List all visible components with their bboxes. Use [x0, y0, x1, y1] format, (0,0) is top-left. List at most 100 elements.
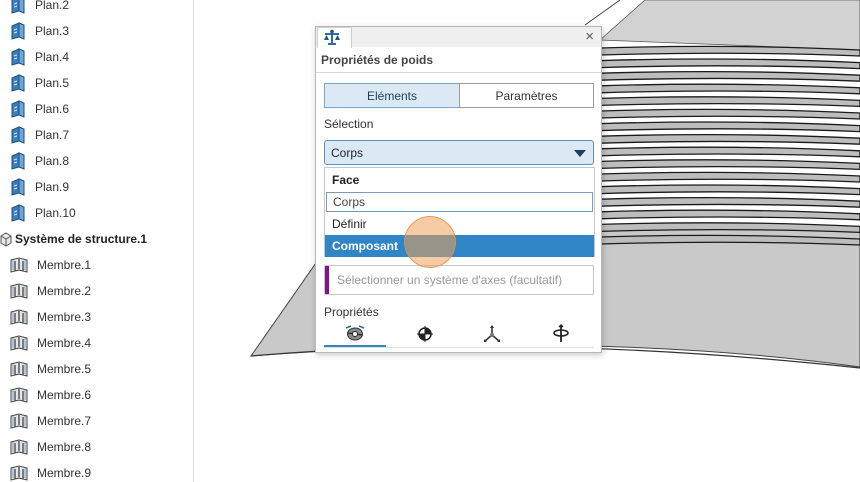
tree-item-label: Membre.8 [37, 440, 92, 454]
tree-item-label: Plan.6 [35, 102, 70, 116]
member-slab [599, 133, 860, 145]
tab-axes[interactable] [461, 321, 523, 347]
tree-item-label: Membre.1 [37, 258, 92, 272]
tree-item-plan[interactable]: Plan.6 [10, 98, 69, 120]
tree-item-label: Plan.3 [35, 24, 70, 38]
tree-item-member[interactable]: Membre.6 [10, 384, 91, 406]
weight-properties-dialog: × Propriétés de poids Eléments Paramètre… [315, 26, 602, 353]
tree-item-label: Plan.9 [35, 180, 70, 194]
tree-item-plan[interactable]: Plan.8 [10, 150, 69, 172]
tree-item-label: Plan.10 [35, 206, 76, 220]
tree-item-member[interactable]: Membre.8 [10, 436, 91, 458]
balance-scale-icon [324, 29, 340, 45]
tree-item-plan[interactable]: Plan.9 [10, 176, 69, 198]
member-slab [599, 70, 860, 82]
dialog-header: × [316, 27, 601, 48]
tree-item-label: Membre.9 [37, 466, 92, 480]
member-slab [599, 184, 860, 196]
tab-elements[interactable]: Eléments [324, 83, 460, 108]
selection-dropdown-list: Face Corps Définir Composant [324, 167, 595, 257]
plane-icon [11, 178, 25, 196]
member-icon [10, 335, 28, 351]
tree-item-label: Membre.6 [37, 388, 92, 402]
plane-icon [11, 22, 25, 40]
member-slab [599, 108, 860, 120]
plane-icon [11, 100, 25, 118]
tree-item-plan[interactable]: Plan.4 [10, 46, 69, 68]
tab-center-of-gravity[interactable] [394, 321, 456, 347]
required-marker [325, 266, 329, 294]
tree-item-label: Plan.2 [35, 0, 70, 12]
specification-tree: Plan.2 Plan.3 Plan.4 Plan.5 Plan.6 Plan.7 Plan… [0, 0, 194, 482]
tab-parametres[interactable]: Paramètres [459, 83, 594, 108]
member-slab [599, 58, 860, 70]
structure-system-icon [0, 232, 12, 247]
tree-item-label: Membre.7 [37, 414, 92, 428]
divider [316, 72, 601, 73]
tree-item-structure-system[interactable]: Système de structure.1 [0, 228, 147, 250]
tree-item-label: Membre.4 [37, 336, 92, 350]
member-icon [10, 413, 28, 429]
member-slab [599, 171, 860, 183]
plane-icon [11, 152, 25, 170]
member-slab [599, 96, 860, 108]
member-slabs [599, 45, 860, 246]
member-icon [10, 361, 28, 377]
plane-icon [11, 48, 25, 66]
mass-properties-icon [345, 325, 365, 341]
selection-combobox-value: Corps [331, 146, 364, 160]
tree-item-member[interactable]: Membre.7 [10, 410, 91, 432]
tree-item-label: Membre.5 [37, 362, 92, 376]
tree-item-member[interactable]: Membre.3 [10, 306, 91, 328]
member-slab [599, 209, 860, 221]
tab-mass-properties[interactable] [324, 321, 386, 347]
tree-item-label: Membre.3 [37, 310, 92, 324]
selection-combobox[interactable]: Corps [324, 140, 594, 165]
dialog-title: Propriétés de poids [321, 53, 434, 67]
axis-system-placeholder: Sélectionner un système d'axes (facultat… [337, 273, 563, 287]
tree-item-label: Plan.5 [35, 76, 70, 90]
tree-item-label: Système de structure.1 [15, 232, 148, 246]
tree-item-label: Membre.2 [37, 284, 92, 298]
member-slab [599, 45, 860, 57]
plane-icon [11, 0, 25, 14]
tree-item-plan[interactable]: Plan.7 [10, 124, 69, 146]
option-corps[interactable]: Corps [326, 192, 593, 212]
axis-system-input[interactable]: Sélectionner un système d'axes (facultat… [324, 265, 594, 295]
dropdown-arrow-icon[interactable] [574, 150, 586, 157]
member-icon [10, 257, 28, 273]
member-slab [599, 121, 860, 133]
tree-item-plan[interactable]: Plan.3 [10, 20, 69, 42]
tree-item-label: Plan.4 [35, 50, 70, 64]
member-slab [599, 146, 860, 158]
selection-label: Sélection [324, 117, 374, 131]
tree-item-member[interactable]: Membre.9 [10, 462, 91, 482]
tree-item-member[interactable]: Membre.5 [10, 358, 91, 380]
member-icon [10, 439, 28, 455]
tree-item-plan[interactable]: Plan.10 [10, 202, 76, 224]
properties-label: Propriétés [324, 305, 379, 319]
member-slab [599, 159, 860, 171]
close-icon[interactable]: × [585, 28, 594, 46]
tree-item-member[interactable]: Membre.4 [10, 332, 91, 354]
member-slab [599, 196, 860, 208]
plane-icon [11, 126, 25, 144]
tree-item-plan[interactable]: Plan.5 [10, 72, 69, 94]
member-icon [10, 283, 28, 299]
member-icon [10, 465, 28, 481]
tree-item-member[interactable]: Membre.1 [10, 254, 91, 276]
member-icon [10, 309, 28, 325]
axes-icon [484, 325, 500, 342]
option-composant[interactable]: Composant [325, 235, 594, 257]
tree-item-member[interactable]: Membre.2 [10, 280, 91, 302]
option-definir[interactable]: Définir [325, 213, 594, 235]
tab-inertia[interactable] [530, 321, 592, 347]
center-of-gravity-icon [417, 326, 433, 342]
tree-item-plan[interactable]: Plan.2 [10, 0, 69, 16]
plane-icon [11, 74, 25, 92]
divider [324, 347, 594, 348]
tree-item-label: Plan.8 [35, 154, 70, 168]
option-face[interactable]: Face [325, 169, 594, 191]
member-slab [599, 83, 860, 95]
plane-icon [11, 204, 25, 222]
